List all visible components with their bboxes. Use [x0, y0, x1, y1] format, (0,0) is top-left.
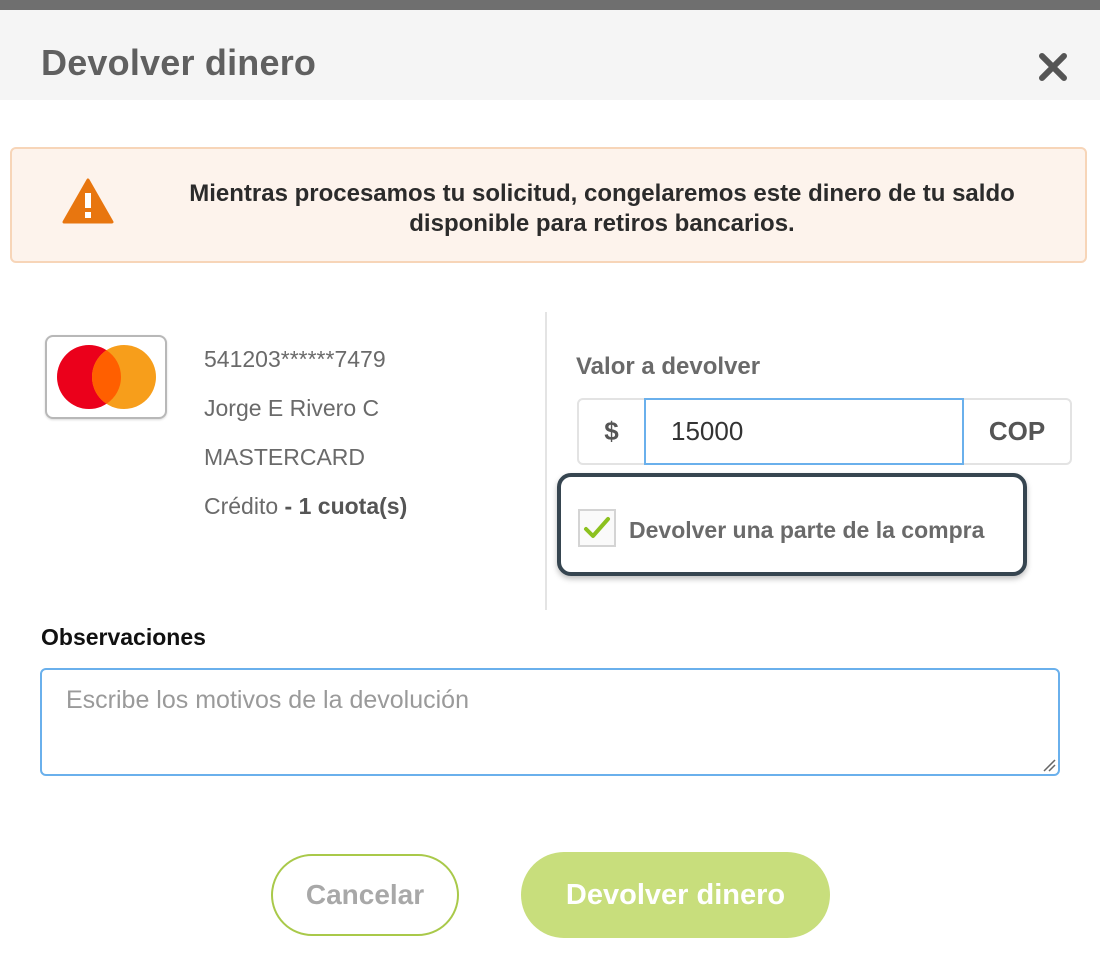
observations-textarea[interactable]: [40, 668, 1060, 776]
dialog-title: Devolver dinero: [41, 42, 317, 83]
close-icon[interactable]: [1036, 50, 1070, 84]
partial-refund-label[interactable]: Devolver una parte de la compra: [629, 517, 984, 544]
mastercard-logo: [45, 335, 167, 419]
refund-submit-button[interactable]: Devolver dinero: [521, 852, 830, 938]
card-holder: Jorge E Rivero C: [204, 395, 380, 421]
card-brand: MASTERCARD: [204, 444, 366, 470]
currency-symbol: $: [604, 416, 619, 446]
checkmark-icon: [584, 517, 610, 538]
dialog-header: Devolver dinero: [0, 10, 1100, 100]
card-payment-type: Crédito - 1 cuota(s): [204, 493, 407, 520]
refund-amount-input[interactable]: [644, 398, 964, 465]
window-top-bar: [0, 0, 1100, 10]
resize-grip-icon[interactable]: [1040, 756, 1056, 772]
currency-code: COP: [988, 416, 1046, 446]
refund-amount-group: $ COP: [577, 398, 1072, 465]
card-number: 541203******7479: [204, 346, 386, 372]
warning-alert: Mientras procesamos tu solicitud, congel…: [10, 147, 1087, 263]
partial-refund-highlight: Devolver una parte de la compra: [557, 473, 1027, 576]
partial-refund-checkbox[interactable]: [578, 509, 616, 547]
cancel-button[interactable]: Cancelar: [271, 854, 459, 936]
card-type: Crédito: [204, 493, 279, 519]
warning-icon: [62, 178, 114, 224]
card-installments: - 1 cuota(s): [284, 493, 408, 519]
alert-message: Mientras procesamos tu solicitud, congel…: [189, 180, 1015, 237]
column-divider: [545, 312, 547, 610]
mastercard-icon: [57, 345, 156, 409]
observations-label: Observaciones: [41, 624, 206, 650]
refund-amount-label: Valor a devolver: [576, 353, 761, 380]
